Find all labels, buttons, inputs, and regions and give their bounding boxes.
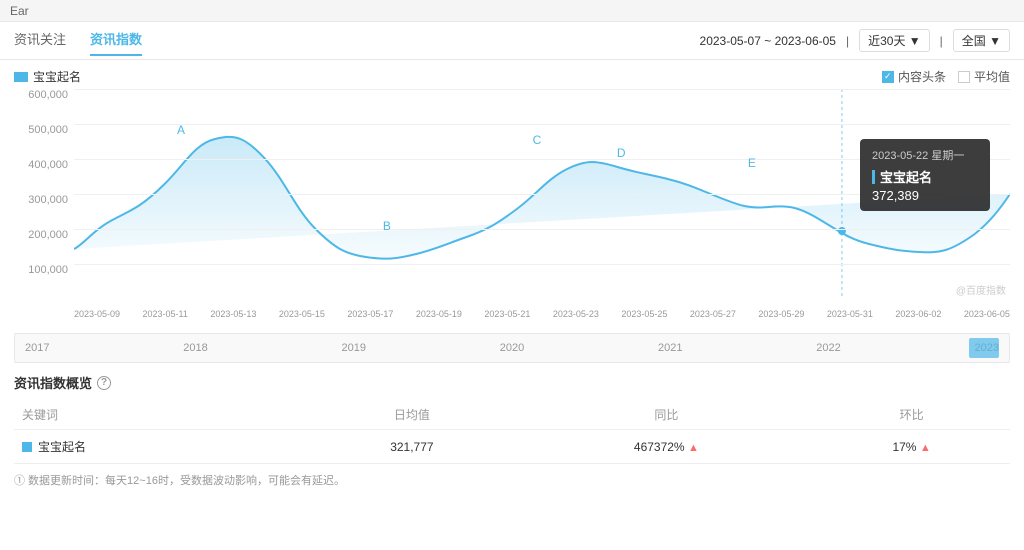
keyword-name: 宝宝起名 — [38, 438, 86, 455]
mom-value: 17% — [892, 440, 916, 454]
tooltip-keyword-label: 宝宝起名 — [880, 167, 932, 186]
timeline-label-2020: 2020 — [500, 342, 524, 354]
x-label-0527: 2023-05-27 — [690, 309, 736, 319]
keyword-color-box — [22, 442, 32, 452]
y-label-500k: 500,000 — [14, 124, 74, 136]
timeline-label-2019: 2019 — [342, 342, 366, 354]
tabs-left: 资讯关注 资讯指数 — [14, 29, 142, 52]
tooltip-date: 2023-05-22 星期一 — [872, 147, 978, 163]
x-label-0511: 2023-05-11 — [143, 309, 188, 319]
row-daily-avg: 321,777 — [304, 430, 519, 464]
period-button[interactable]: 近30天 ▼ — [859, 29, 930, 52]
region-button[interactable]: 全国 ▼ — [953, 29, 1010, 52]
col-header-keyword: 关键词 — [14, 400, 304, 430]
checkbox-pingjunzhi[interactable]: 平均值 — [958, 68, 1010, 85]
col-header-yoy: 同比 — [520, 400, 814, 430]
separator: | — [846, 34, 849, 48]
summary-table: 关键词 日均值 同比 环比 宝宝起名 321,777 467372% ▲ — [14, 400, 1010, 464]
tooltip-bar — [872, 170, 875, 184]
yoy-trend-icon: ▲ — [688, 442, 699, 454]
x-label-0531: 2023-05-31 — [827, 309, 873, 319]
col-header-daily: 日均值 — [304, 400, 519, 430]
y-label-300k: 300,000 — [14, 194, 74, 206]
x-label-0517: 2023-05-17 — [347, 309, 393, 319]
yoy-value: 467372% — [634, 440, 685, 454]
row-keyword-cell: 宝宝起名 — [14, 430, 304, 464]
top-bar: Ear — [0, 0, 1024, 22]
tooltip-box: 2023-05-22 星期一 宝宝起名 372,389 — [860, 139, 990, 211]
legend-color-box — [14, 72, 28, 82]
row-yoy: 467372% ▲ — [520, 430, 814, 464]
timeline-label-2021: 2021 — [658, 342, 682, 354]
grid-line-6 — [74, 264, 1010, 265]
timeline-track: 2017 2018 2019 2020 2021 2022 2023 — [15, 334, 1009, 362]
info-icon[interactable]: ? — [97, 376, 111, 390]
x-label-0509: 2023-05-09 — [74, 309, 120, 319]
summary-title: 资讯指数概览 ? — [14, 373, 1010, 392]
footer-note-text: ① 数据更新时间：每天12~16时，受数据波动影响，可能会有延迟。 — [14, 475, 345, 487]
timeline-label-2017: 2017 — [25, 342, 49, 354]
summary-section: 资讯指数概览 ? 关键词 日均值 同比 环比 宝宝起名 321,777 — [0, 363, 1024, 464]
tab-zixun-zhishu[interactable]: 资讯指数 — [90, 29, 142, 52]
y-label-200k: 200,000 — [14, 229, 74, 241]
x-axis: 2023-05-09 2023-05-11 2023-05-13 2023-05… — [74, 299, 1010, 329]
point-label-D: D — [617, 146, 626, 160]
timeline-label-2022: 2022 — [816, 342, 840, 354]
timeline-label-2018: 2018 — [183, 342, 207, 354]
x-label-0602: 2023-06-02 — [895, 309, 941, 319]
legend-right: 内容头条 平均值 — [882, 68, 1010, 85]
table-row: 宝宝起名 321,777 467372% ▲ 17% ▲ — [14, 430, 1010, 464]
grid-line-1 — [74, 89, 1010, 90]
timeline-selection-handle[interactable] — [969, 338, 999, 358]
row-mom: 17% ▲ — [813, 430, 1010, 464]
summary-title-text: 资讯指数概览 — [14, 373, 92, 392]
checkbox-pingjun-label: 平均值 — [974, 68, 1010, 85]
tabs-row: 资讯关注 资讯指数 2023-05-07 ~ 2023-06-05 | 近30天… — [0, 22, 1024, 60]
tooltip-value: 372,389 — [872, 188, 978, 203]
grid-line-2 — [74, 124, 1010, 125]
chart-canvas: A B C D E @百度指数 2023-05-22 星期一 宝宝起名 372,… — [74, 89, 1010, 299]
tab-zixun-guanzhu[interactable]: 资讯关注 — [14, 29, 66, 52]
separator2: | — [940, 34, 943, 48]
top-bar-title: Ear — [10, 4, 29, 18]
footer-note: ① 数据更新时间：每天12~16时，受数据波动影响，可能会有延迟。 — [0, 464, 1024, 496]
point-label-B: B — [383, 219, 391, 233]
col-header-mom: 环比 — [813, 400, 1010, 430]
point-label-A: A — [177, 123, 185, 137]
x-label-0523: 2023-05-23 — [553, 309, 599, 319]
legend-item: 宝宝起名 — [14, 68, 81, 85]
y-label-600k: 600,000 — [14, 89, 74, 101]
chart-note: @百度指数 — [956, 282, 1006, 297]
tabs-right: 2023-05-07 ~ 2023-06-05 | 近30天 ▼ | 全国 ▼ — [700, 29, 1010, 52]
x-label-0515: 2023-05-15 — [279, 309, 325, 319]
x-label-0521: 2023-05-21 — [484, 309, 530, 319]
mom-trend-icon: ▲ — [920, 442, 931, 454]
checkbox-neirong-label: 内容头条 — [898, 68, 946, 85]
grid-line-5 — [74, 229, 1010, 230]
checkbox-neirong-tiaotiao[interactable]: 内容头条 — [882, 68, 946, 85]
checkbox-unchecked-icon — [958, 71, 970, 83]
y-label-100k: 100,000 — [14, 264, 74, 276]
x-label-0525: 2023-05-25 — [621, 309, 667, 319]
x-label-0513: 2023-05-13 — [210, 309, 256, 319]
date-range: 2023-05-07 ~ 2023-06-05 — [700, 34, 836, 48]
tooltip-keyword: 宝宝起名 — [872, 167, 978, 186]
chart-area: 600,000 500,000 400,000 300,000 200,000 … — [14, 89, 1010, 329]
point-label-E: E — [748, 156, 756, 170]
chart-header: 宝宝起名 内容头条 平均值 — [0, 60, 1024, 89]
legend-keyword-label: 宝宝起名 — [33, 68, 81, 85]
x-label-0529: 2023-05-29 — [758, 309, 804, 319]
checkbox-checked-icon — [882, 71, 894, 83]
y-axis: 600,000 500,000 400,000 300,000 200,000 … — [14, 89, 74, 299]
x-label-0605: 2023-06-05 — [964, 309, 1010, 319]
x-label-0519: 2023-05-19 — [416, 309, 462, 319]
point-label-C: C — [533, 133, 542, 147]
timeline-area[interactable]: 2017 2018 2019 2020 2021 2022 2023 — [14, 333, 1010, 363]
y-label-400k: 400,000 — [14, 159, 74, 171]
